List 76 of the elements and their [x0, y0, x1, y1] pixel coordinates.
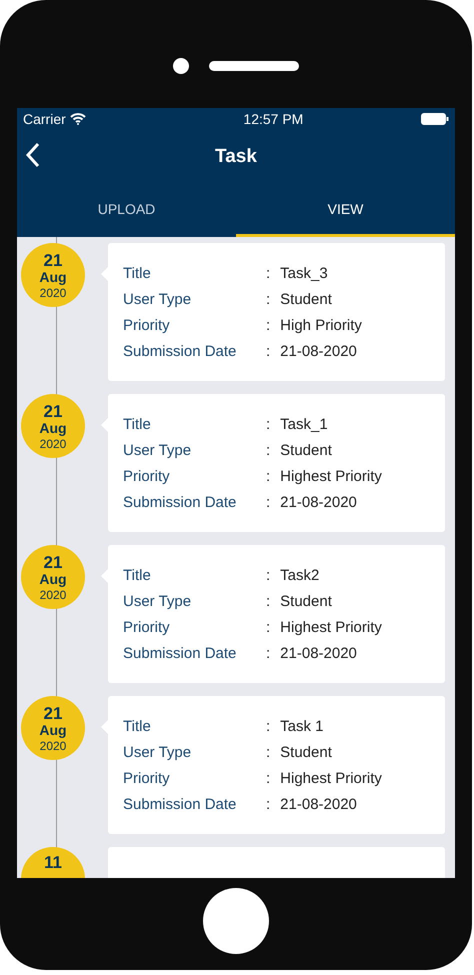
field-value: Task_3	[280, 264, 328, 284]
field-value: Highest Priority	[280, 618, 382, 638]
field-value: 21-08-2020	[280, 644, 357, 664]
badge-day: 21	[44, 402, 62, 420]
wifi-icon	[70, 113, 86, 125]
field-value: Student	[280, 440, 332, 460]
badge-day: 21	[44, 252, 62, 268]
field-separator: :	[266, 566, 270, 586]
speaker-icon	[209, 61, 299, 71]
task-card[interactable]: Title : Task_3 User Type : Student Priority : High Priority Submission Date : 21-08-2020	[108, 243, 445, 381]
field-label: Priority	[123, 618, 171, 638]
field-separator: :	[266, 342, 270, 362]
field-separator: :	[266, 414, 270, 434]
field-separator: :	[266, 592, 270, 612]
field-value: Student	[280, 592, 332, 612]
field-label: Priority	[123, 466, 171, 486]
field-label: Submission Date	[123, 644, 238, 664]
camera-icon	[173, 58, 189, 74]
field-value: 21-08-2020	[280, 492, 357, 512]
badge-year: 2020	[40, 588, 66, 600]
field-separator: :	[266, 618, 270, 638]
badge-day: 21	[44, 554, 62, 570]
badge-year: 2020	[40, 286, 66, 298]
field-label: Title	[123, 566, 152, 586]
field-label: User Type	[123, 592, 192, 612]
badge-year: 2020	[40, 438, 66, 450]
field-label: User Type	[123, 742, 192, 762]
badge-day: 11	[44, 854, 62, 871]
badge-month: Aug	[39, 270, 67, 284]
field-value: 21-08-2020	[280, 342, 357, 362]
badge-day: 21	[44, 704, 62, 722]
field-label: Title	[123, 414, 152, 434]
tab[interactable]: VIEW	[236, 185, 455, 237]
screen-title: Task	[215, 145, 257, 170]
field-value: Student	[280, 290, 332, 310]
task-card[interactable]: Title : Task 1 User Type : Student Priority : Highest Priority Submission Date : 21-08-2020	[108, 696, 445, 834]
back-button[interactable]	[25, 142, 41, 168]
field-value: Task2	[280, 566, 320, 586]
field-separator: :	[266, 316, 270, 336]
field-label: Submission Date	[123, 492, 238, 512]
badge-month: Aug	[39, 420, 67, 434]
field-separator: :	[266, 716, 270, 736]
field-separator: :	[266, 794, 270, 814]
field-value: Highest Priority	[280, 768, 382, 788]
badge-month: Aug	[39, 722, 67, 736]
field-value: Task 1	[280, 716, 324, 736]
back-icon	[25, 142, 41, 168]
status-time: 12:57 PM	[243, 110, 304, 128]
field-label: Title	[123, 264, 152, 284]
field-label: Submission Date	[123, 794, 238, 814]
field-separator: :	[266, 440, 270, 460]
task-card[interactable]: Title : Task2 User Type : Student Priority : Highest Priority Submission Date : 21-08-2020	[108, 545, 445, 683]
field-separator: :	[266, 290, 270, 310]
field-label: Priority	[123, 768, 171, 788]
field-value: Task_1	[280, 414, 328, 434]
field-value: High Priority	[280, 316, 362, 336]
tab[interactable]: UPLOAD	[17, 185, 236, 237]
field-value: Highest Priority	[280, 466, 382, 486]
field-separator: :	[266, 466, 270, 486]
field-label: Title	[123, 716, 152, 736]
field-value: Student	[280, 742, 332, 762]
field-label: Submission Date	[123, 342, 238, 362]
field-label: User Type	[123, 290, 192, 310]
carrier-label: Carrier	[23, 110, 66, 128]
battery-icon	[421, 113, 449, 125]
field-value: 21-08-2020	[280, 794, 357, 814]
badge-year: 2020	[40, 740, 66, 752]
field-separator: :	[266, 768, 270, 788]
field-separator: :	[266, 644, 270, 664]
field-label: Priority	[123, 316, 171, 336]
field-separator: :	[266, 492, 270, 512]
field-label: User Type	[123, 440, 192, 460]
badge-month: Aug	[39, 572, 67, 586]
field-separator: :	[266, 742, 270, 762]
field-separator: :	[266, 264, 270, 284]
task-card[interactable]: Title : Task_1 User Type : Student Priority : Highest Priority Submission Date : 21-08-2020	[108, 394, 445, 532]
